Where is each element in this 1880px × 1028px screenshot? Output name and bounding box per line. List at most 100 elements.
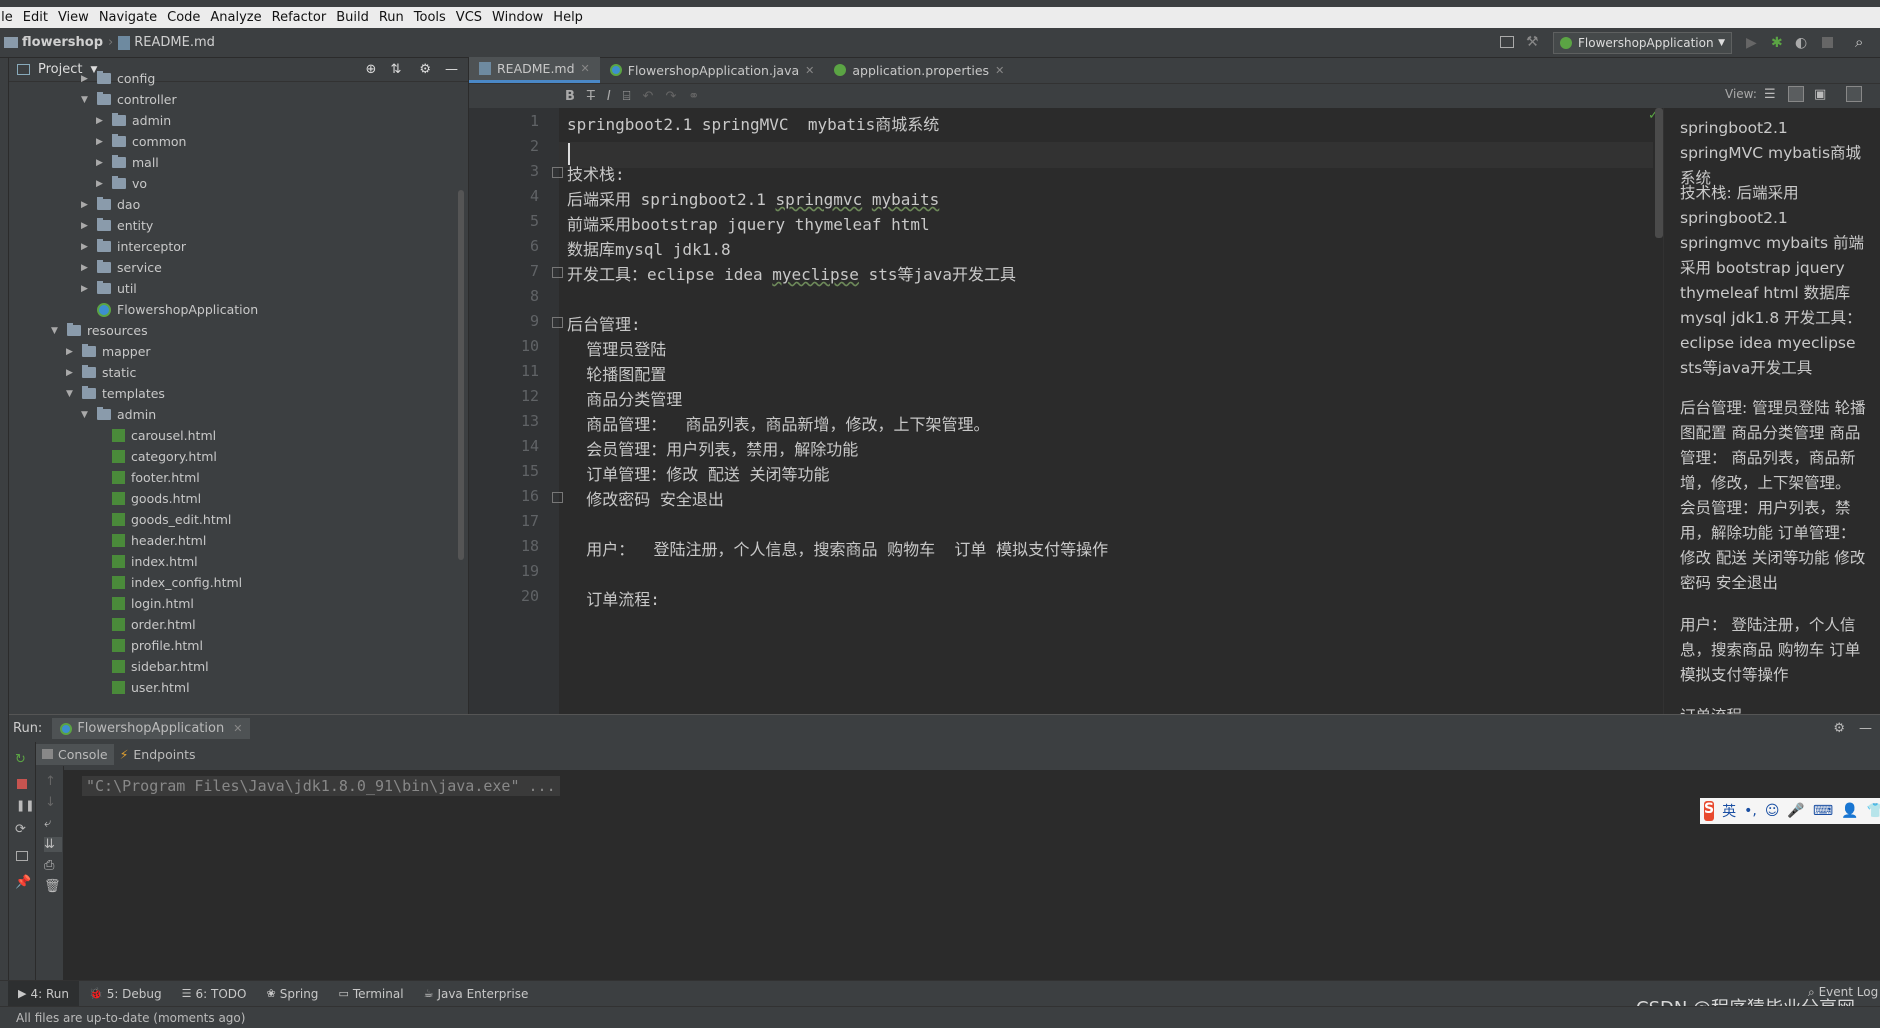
scroll-to-end-icon[interactable]: ⇊	[44, 837, 62, 852]
menu-item-vcs[interactable]: VCS	[451, 10, 487, 25]
tree-item[interactable]: ▶ service	[81, 257, 162, 278]
tree-item[interactable]: carousel.html	[112, 425, 216, 446]
close-icon[interactable]: ✕	[233, 722, 242, 735]
tree-item[interactable]: header.html	[112, 530, 206, 551]
bold-icon[interactable]: B	[565, 89, 575, 104]
ime-language[interactable]: 英	[1722, 801, 1736, 821]
menu-item-refactor[interactable]: Refactor	[267, 10, 332, 25]
tree-item[interactable]: footer.html	[112, 467, 200, 488]
tree-item[interactable]: goods.html	[112, 488, 201, 509]
chevron-down-icon[interactable]: ▼	[66, 389, 76, 399]
restart-icon[interactable]: ⟳	[15, 822, 35, 837]
menu-item-window[interactable]: Window	[487, 10, 548, 25]
project-scrollbar[interactable]	[458, 190, 464, 560]
tab-readme[interactable]: README.md ✕	[469, 57, 600, 83]
chevron-right-icon[interactable]: ▶	[96, 116, 106, 126]
tree-item[interactable]: ▶ vo	[96, 173, 147, 194]
minimize-icon[interactable]: —	[1859, 721, 1872, 736]
chevron-right-icon[interactable]: ▶	[96, 137, 106, 147]
coverage-icon[interactable]: ◐	[1795, 35, 1807, 51]
chevron-right-icon[interactable]: ▶	[81, 221, 91, 231]
user-icon[interactable]: 👤	[1841, 803, 1858, 819]
chevron-right-icon[interactable]: ▶	[66, 347, 76, 357]
chevron-right-icon[interactable]: ▶	[81, 263, 91, 273]
tree-item[interactable]: ▶ entity	[81, 215, 153, 236]
breadcrumb-file[interactable]: README.md	[134, 35, 215, 50]
chevron-down-icon[interactable]: ▼	[81, 410, 91, 420]
trash-icon[interactable]: 🗑	[44, 879, 63, 894]
scroll-up-icon[interactable]: ↑	[45, 774, 63, 789]
chevron-right-icon[interactable]: ▶	[81, 284, 91, 294]
tree-item[interactable]: ▼ resources	[51, 320, 148, 341]
menu-item-help[interactable]: Help	[548, 10, 588, 25]
keyboard-icon[interactable]: ⌨	[1813, 803, 1833, 819]
tool-tab-debug[interactable]: 🐞 5: Debug	[79, 987, 172, 1001]
chevron-down-icon[interactable]: ▼	[81, 95, 91, 105]
tree-item[interactable]: category.html	[112, 446, 217, 467]
menu-item-run[interactable]: Run	[374, 10, 409, 25]
chevron-right-icon[interactable]: ▶	[81, 74, 91, 84]
minimize-icon[interactable]: —	[445, 62, 458, 77]
tree-item[interactable]: ▶ interceptor	[81, 236, 186, 257]
tree-item[interactable]: login.html	[112, 593, 194, 614]
menu-item-analyze[interactable]: Analyze	[205, 10, 266, 25]
scroll-down-icon[interactable]: ↓	[45, 795, 63, 810]
tool-tab-spring[interactable]: ❀ Spring	[256, 987, 328, 1001]
tree-item[interactable]: order.html	[112, 614, 196, 635]
rerun-icon[interactable]: ↻	[15, 752, 35, 767]
tree-item[interactable]: sidebar.html	[112, 656, 209, 677]
collapse-all-icon[interactable]: ⇅	[390, 62, 401, 77]
editor-only-icon[interactable]: ☰	[1764, 87, 1776, 102]
close-icon[interactable]: ✕	[805, 64, 814, 77]
soft-wrap-icon[interactable]: ⤶	[44, 816, 63, 831]
tree-item[interactable]: ▶ mall	[96, 152, 159, 173]
pin-icon[interactable]: 📌	[15, 875, 35, 890]
stop-icon[interactable]	[1822, 37, 1833, 48]
fold-marker-icon[interactable]	[552, 267, 563, 278]
tree-item[interactable]: profile.html	[112, 635, 203, 656]
tree-item[interactable]: goods_edit.html	[112, 509, 231, 530]
tree-item[interactable]: ▼ admin	[81, 404, 156, 425]
header-down-icon[interactable]: ↶	[643, 89, 654, 104]
split-view-icon[interactable]	[1788, 86, 1804, 102]
chevron-right-icon[interactable]: ▶	[66, 368, 76, 378]
project-panel-title[interactable]: Project	[38, 62, 82, 77]
tab-endpoints[interactable]: ⚡ Endpoints	[114, 744, 202, 765]
punctuation-icon[interactable]: •,	[1744, 803, 1757, 819]
close-icon[interactable]: ✕	[995, 64, 1004, 77]
tree-item[interactable]: ▼ controller	[81, 89, 177, 110]
tree-item[interactable]: ▶ dao	[81, 194, 140, 215]
tool-tab-run[interactable]: ▶ 4: Run	[8, 980, 79, 1007]
fold-marker-icon[interactable]	[552, 167, 563, 178]
preview-only-icon[interactable]: ▣	[1814, 87, 1826, 102]
close-icon[interactable]: ✕	[581, 62, 590, 75]
header-up-icon[interactable]: ↷	[665, 89, 676, 104]
debug-icon[interactable]: ✱	[1771, 35, 1783, 51]
tool-tab-terminal[interactable]: ▭ Terminal	[328, 987, 413, 1001]
fold-marker-icon[interactable]	[552, 492, 563, 503]
print-icon[interactable]: ⎙	[44, 858, 63, 873]
microphone-icon[interactable]: 🎤	[1787, 803, 1804, 819]
chevron-right-icon[interactable]: ▶	[81, 200, 91, 210]
tree-item[interactable]: ▶ util	[81, 278, 137, 299]
run-config-dropdown[interactable]: FlowershopApplication ▼	[1553, 32, 1732, 54]
chevron-right-icon[interactable]: ▶	[96, 158, 106, 168]
tree-item[interactable]: ▶ common	[96, 131, 186, 152]
emoji-icon[interactable]: ☺	[1765, 803, 1780, 819]
tool-tab-todo[interactable]: ☰ 6: TODO	[172, 987, 257, 1001]
shirt-icon[interactable]: 👕	[1867, 803, 1880, 819]
tool-tab-java-enterprise[interactable]: ☕ Java Enterprise	[414, 987, 539, 1001]
pause-icon[interactable]: ❚❚	[16, 799, 35, 812]
chevron-right-icon[interactable]: ▶	[96, 179, 106, 189]
search-icon[interactable]: ⌕	[1855, 33, 1863, 51]
chevron-right-icon[interactable]: ▶	[81, 242, 91, 252]
layout-icon[interactable]	[1500, 36, 1514, 48]
event-log-button[interactable]: ⌕ Event Log	[1808, 985, 1878, 1000]
layout-toggle-icon[interactable]	[1846, 86, 1862, 102]
fold-marker-icon[interactable]	[552, 317, 563, 328]
locate-icon[interactable]: ⊕	[366, 62, 377, 77]
menu-item-edit[interactable]: Edit	[18, 10, 53, 25]
tree-item[interactable]: ▶ static	[66, 362, 136, 383]
tree-item[interactable]: FlowershopApplication	[97, 299, 258, 320]
console-output[interactable]	[64, 766, 1880, 980]
